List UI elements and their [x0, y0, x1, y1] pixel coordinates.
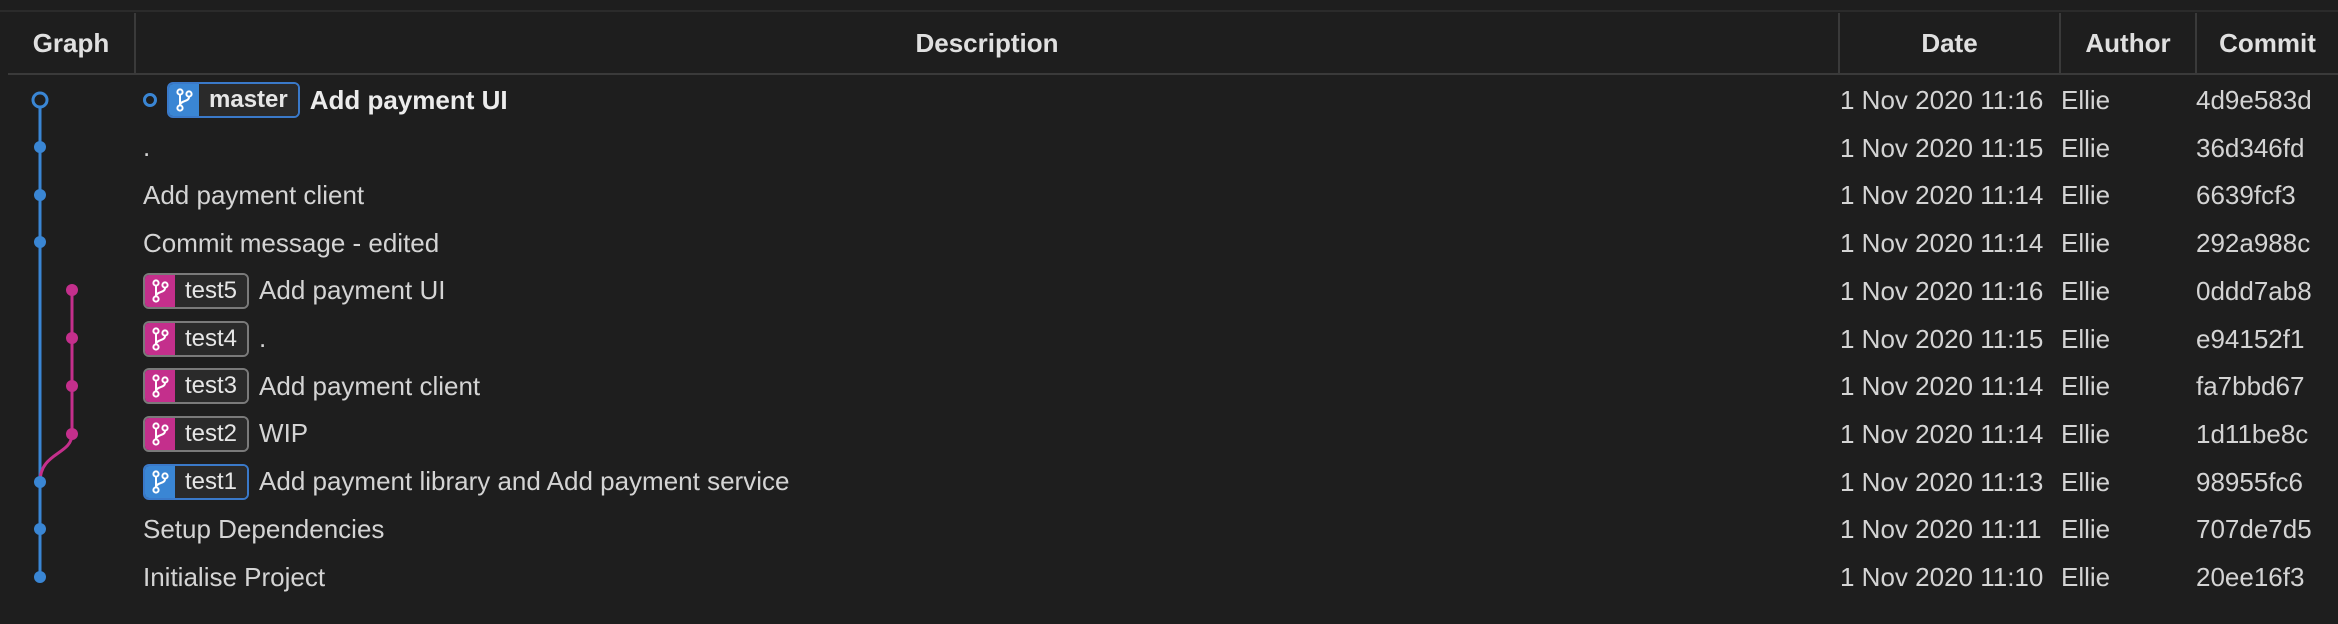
commit-date: 1 Nov 2020 11:16 [1840, 275, 2044, 306]
commit-author: Ellie [2061, 275, 2111, 306]
commit-hash: e94152f1 [2196, 323, 2305, 354]
commit-date: 1 Nov 2020 11:13 [1840, 466, 2044, 497]
commit-hash: 292a988c [2196, 228, 2311, 259]
branch-name: master [199, 84, 298, 116]
commit-description: Setup Dependencies [143, 505, 384, 553]
commit-date: 1 Nov 2020 11:15 [1840, 132, 2044, 163]
commit-description: Initialise Project [143, 553, 325, 601]
commit-author: Ellie [2061, 562, 2111, 592]
branch-badge[interactable]: test5 [143, 272, 250, 309]
branch-badge[interactable]: test2 [143, 415, 250, 452]
commit-row[interactable]: test1 Add payment library and Add payment… [0, 458, 2338, 506]
column-header-commit[interactable]: Commit [2197, 13, 2338, 73]
circle-outline-icon [143, 93, 157, 107]
commit-description: master Add payment UI [143, 76, 508, 124]
commit-date: 1 Nov 2020 11:11 [1840, 514, 2042, 545]
commit-description: test1 Add payment library and Add payment… [143, 458, 789, 506]
commit-message: Add payment UI [309, 84, 508, 115]
commit-hash: 36d346fd [2196, 132, 2305, 163]
table-header: Graph Description Date Author Commit [8, 13, 2338, 75]
commit-message: WIP [259, 418, 309, 449]
commit-description: test3 Add payment client [143, 362, 480, 410]
commit-row[interactable]: . 1 Nov 2020 11:15 Ellie 36d346fd [0, 124, 2338, 172]
commit-author: Ellie [2061, 228, 2111, 259]
commit-hash: 20ee16f3 [2196, 562, 2305, 592]
commit-message: Add payment UI [259, 275, 446, 306]
commit-hash: 6639fcf3 [2196, 180, 2296, 211]
commit-row[interactable]: Initialise Project 1 Nov 2020 11:10 Ellie 2… [0, 553, 2338, 601]
git-branch-icon [145, 417, 175, 450]
commit-message: . [259, 323, 267, 353]
commit-message: Add payment library and Add payment serv… [259, 466, 790, 497]
commit-message: Commit message - edited [143, 227, 440, 258]
commit-date: 1 Nov 2020 11:15 [1840, 323, 2044, 354]
commit-row[interactable]: test3 Add payment client 1 Nov 2020 11:14 E… [0, 362, 2338, 410]
commit-hash: 707de7d5 [2196, 514, 2312, 545]
column-header-author[interactable]: Author [2061, 13, 2197, 73]
branch-badge[interactable]: test1 [143, 463, 250, 500]
commit-author: Ellie [2061, 418, 2111, 449]
commit-hash: 4d9e583d [2196, 85, 2312, 115]
commit-row[interactable]: test5 Add payment UI 1 Nov 2020 11:16 Ellie… [0, 267, 2338, 315]
branch-name: test4 [175, 322, 248, 355]
commit-row[interactable]: test2 WIP 1 Nov 2020 11:14 Ellie 1d11be8c [0, 410, 2338, 458]
commit-date: 1 Nov 2020 11:14 [1840, 180, 2044, 211]
commit-row[interactable]: Commit message - edited 1 Nov 2020 11:14 E… [0, 219, 2338, 267]
git-graph-view: Graph Description Date Author Commit mas… [0, 0, 2338, 624]
commit-author: Ellie [2061, 514, 2111, 545]
commit-author: Ellie [2061, 132, 2111, 163]
commit-message: . [143, 132, 151, 163]
commit-description: test2 WIP [143, 410, 308, 458]
commit-hash: fa7bbd67 [2196, 371, 2305, 402]
commit-date: 1 Nov 2020 11:14 [1840, 371, 2044, 402]
branch-badge[interactable]: master [167, 82, 300, 118]
commit-row[interactable]: Add payment client 1 Nov 2020 11:14 Ellie 6… [0, 171, 2338, 219]
commit-date: 1 Nov 2020 11:10 [1840, 562, 2044, 592]
commit-hash: 98955fc6 [2196, 466, 2303, 497]
commit-date: 1 Nov 2020 11:14 [1840, 228, 2044, 259]
commit-date: 1 Nov 2020 11:14 [1840, 418, 2044, 449]
commit-message: Setup Dependencies [143, 513, 385, 544]
commit-author: Ellie [2061, 323, 2111, 354]
column-header-date[interactable]: Date [1840, 13, 2061, 73]
commit-message: Add payment client [143, 179, 365, 210]
commit-description: Add payment client [143, 171, 364, 219]
commit-author: Ellie [2061, 371, 2111, 402]
commit-row[interactable]: Setup Dependencies 1 Nov 2020 11:11 Ellie 7… [0, 505, 2338, 553]
commit-author: Ellie [2061, 85, 2111, 115]
git-branch-icon [169, 84, 199, 116]
commit-author: Ellie [2061, 180, 2111, 211]
commit-description: . [143, 124, 150, 172]
commit-row[interactable]: test4. 1 Nov 2020 11:15 Ellie e94152f1 [0, 315, 2338, 363]
branch-badge[interactable]: test3 [143, 368, 250, 405]
commit-row[interactable]: master Add payment UI 1 Nov 2020 11:16 Elli… [0, 76, 2338, 124]
git-branch-icon [145, 274, 175, 307]
branch-name: test3 [175, 370, 248, 403]
commit-hash: 0ddd7ab8 [2196, 275, 2312, 306]
branch-name: test2 [175, 417, 248, 450]
commit-description: Commit message - edited [143, 219, 439, 267]
commit-message: Add payment client [259, 370, 481, 401]
commit-hash: 1d11be8c [2196, 418, 2309, 449]
commit-description: test5 Add payment UI [143, 267, 445, 315]
top-divider [0, 10, 2338, 12]
git-branch-icon [145, 370, 175, 403]
commit-author: Ellie [2061, 466, 2111, 497]
git-branch-icon [145, 322, 175, 355]
commit-description: test4. [143, 315, 266, 363]
commit-message: Initialise Project [143, 561, 326, 592]
branch-name: test1 [175, 465, 248, 498]
column-header-description[interactable]: Description [136, 13, 1840, 73]
branch-badge[interactable]: test4 [143, 320, 250, 357]
git-branch-icon [145, 465, 175, 498]
commit-date: 1 Nov 2020 11:16 [1840, 85, 2044, 115]
branch-name: test5 [175, 274, 248, 307]
